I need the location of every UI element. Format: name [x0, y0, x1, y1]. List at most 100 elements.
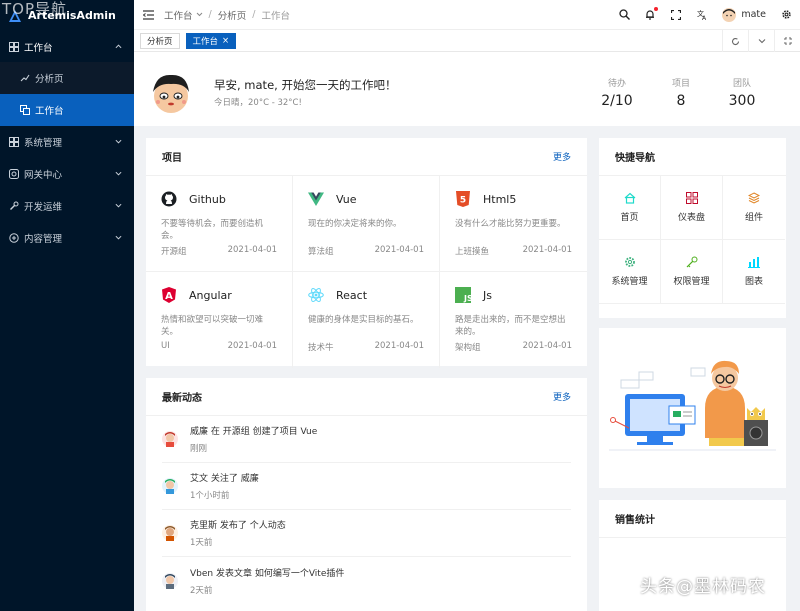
welcome-panel: 早安, mate, 开始您一天的工作吧！ 今日晴，20°C - 32°C! 待办…: [134, 52, 800, 126]
sidebar-item-content[interactable]: 内容管理: [0, 222, 134, 254]
gear-icon[interactable]: [780, 9, 792, 21]
project-item[interactable]: A Angular 热情和欲望可以突破一切难关。 UI 2021-04-01: [146, 272, 293, 368]
activity-card: 最新动态 更多 威廉 在 开源组 创建了项目 Vue 刚刚 艾文 关注了 威廉 1个…: [146, 378, 587, 611]
sidebar-item-devops[interactable]: 开发运维: [0, 190, 134, 222]
project-item[interactable]: Github 不要等待机会，而要创造机会。 开源组 2021-04-01: [146, 176, 293, 272]
sidebar-item-label: 内容管理: [24, 234, 63, 245]
fold-icon[interactable]: [774, 30, 800, 52]
list-item[interactable]: 克里斯 发布了 个人动态 1天前: [162, 510, 571, 557]
sidebar-item-label: 系统管理: [24, 138, 63, 149]
list-item[interactable]: 威廉 在 开源组 创建了项目 Vue 刚刚: [162, 416, 571, 463]
project-group: 上班摸鱼: [455, 247, 490, 257]
stat-team: 团队 300: [717, 76, 767, 109]
search-icon[interactable]: [618, 9, 630, 21]
menu-fold-icon[interactable]: [142, 9, 154, 21]
chevron-down-icon[interactable]: [748, 30, 774, 52]
refresh-icon[interactable]: [722, 30, 748, 52]
chevron-down-icon: [115, 235, 122, 240]
dashboard-icon: [9, 41, 19, 52]
project-desc: 健康的身体是实目标的基石。: [308, 315, 419, 325]
chevron-up-icon: [115, 44, 122, 49]
tab-workbench[interactable]: 工作台 ×: [185, 32, 237, 49]
project-desc: 热情和欲望可以突破一切难关。: [161, 315, 264, 337]
developer-illustration: [609, 360, 776, 451]
watermark-bottom: 头条@墨林码农: [640, 577, 766, 597]
chevron-down-icon: [115, 139, 122, 144]
project-name: Angular: [189, 288, 232, 302]
quicknav-card: 快捷导航 首页 仪表盘 组件 系统管理 权限管理 图表: [599, 138, 786, 318]
quicknav-item-permission[interactable]: 权限管理: [661, 240, 723, 304]
breadcrumb: 工作台 / 分析页 / 工作台: [164, 8, 290, 22]
project-item[interactable]: JS Js 路是走出来的，而不是空想出来的。 架构组 2021-04-01: [440, 272, 587, 368]
svg-text:A: A: [165, 291, 173, 302]
avatar: [153, 74, 189, 113]
card-header: 项目 更多: [146, 138, 587, 176]
tab-analysis[interactable]: 分析页: [140, 32, 180, 49]
card-header: 最新动态 更多: [146, 378, 587, 416]
quicknav-item-chart[interactable]: 图表: [723, 240, 785, 304]
close-icon[interactable]: ×: [222, 36, 229, 46]
activity-time: 刚刚: [190, 444, 208, 454]
card-header: 销售统计: [599, 500, 786, 538]
sidebar-item-gateway[interactable]: 网关中心: [0, 158, 134, 190]
avatar: [162, 431, 178, 447]
more-link[interactable]: 更多: [553, 390, 571, 403]
key-icon: [686, 256, 697, 268]
chevron-down-icon: [115, 203, 122, 208]
tab-label: 分析页: [147, 36, 173, 47]
layers-icon: [748, 192, 760, 204]
sidebar-item-label: 开发运维: [24, 202, 63, 213]
svg-text:A: A: [702, 15, 707, 20]
stat-label: 团队: [732, 79, 751, 89]
project-name: Html5: [483, 192, 517, 206]
sidebar-subitem-analysis[interactable]: 分析页: [0, 62, 134, 94]
project-item[interactable]: React 健康的身体是实目标的基石。 技术牛 2021-04-01: [293, 272, 440, 368]
activity-text: 艾文 关注了 威廉: [190, 474, 259, 484]
stat-value: 300: [728, 93, 756, 109]
project-group: 架构组: [455, 343, 481, 353]
project-date: 2021-04-01: [374, 245, 424, 255]
svg-text:5: 5: [460, 196, 466, 206]
home-icon: [624, 192, 635, 204]
sidebar-subitem-label: 分析页: [35, 74, 64, 85]
sidebar-item-workbench[interactable]: 工作台: [0, 31, 134, 62]
bell-icon[interactable]: [644, 6, 659, 21]
list-item[interactable]: Vben 发表文章 如何编写一个Vite插件 2天前: [162, 557, 571, 604]
project-name: Github: [189, 192, 226, 206]
quicknav-item-components[interactable]: 组件: [723, 176, 785, 240]
breadcrumb-item: 工作台: [261, 10, 290, 22]
avatar: [162, 572, 178, 589]
quicknav-label: 首页: [620, 213, 639, 223]
sidebar-item-label: 网关中心: [24, 170, 63, 181]
quicknav-item-system[interactable]: 系统管理: [599, 240, 661, 304]
quicknav-item-dashboard[interactable]: 仪表盘: [661, 176, 723, 240]
chevron-down-icon: [196, 12, 202, 17]
user-menu[interactable]: mate: [722, 7, 766, 22]
project-item[interactable]: Vue 现在的你决定将来的你。 算法组 2021-04-01: [293, 176, 440, 272]
breadcrumb-item[interactable]: 分析页: [218, 8, 247, 22]
card-title: 销售统计: [615, 515, 655, 526]
trend-icon: [20, 73, 30, 83]
breadcrumb-separator: /: [208, 9, 212, 20]
more-link[interactable]: 更多: [553, 150, 571, 163]
tool-icon: [9, 201, 19, 211]
quicknav-item-home[interactable]: 首页: [599, 176, 661, 240]
quicknav-label: 组件: [744, 213, 763, 223]
chart-icon: [748, 257, 760, 268]
brand[interactable]: ArtemisAdmin TOP导航: [0, 0, 134, 31]
stat-value: 2/10: [601, 93, 633, 109]
project-desc: 现在的你决定将来的你。: [308, 219, 402, 229]
project-date: 2021-04-01: [227, 341, 277, 351]
username: mate: [741, 9, 766, 20]
translate-icon[interactable]: 文A: [696, 9, 708, 21]
sidebar-item-system[interactable]: 系统管理: [0, 126, 134, 158]
sidebar-subitem-workbench[interactable]: 工作台: [0, 94, 134, 126]
breadcrumb-item[interactable]: 工作台: [164, 8, 193, 22]
quicknav-label: 系统管理: [611, 277, 648, 287]
project-item[interactable]: 5 Html5 没有什么才能比努力更重要。 上班摸鱼 2021-04-01: [440, 176, 587, 272]
activity-list: 威廉 在 开源组 创建了项目 Vue 刚刚 艾文 关注了 威廉 1个小时前 克里斯 …: [146, 416, 587, 604]
fullscreen-icon[interactable]: [670, 9, 682, 21]
react-icon: [308, 288, 324, 302]
list-item[interactable]: 艾文 关注了 威廉 1个小时前: [162, 463, 571, 510]
project-date: 2021-04-01: [522, 245, 572, 255]
